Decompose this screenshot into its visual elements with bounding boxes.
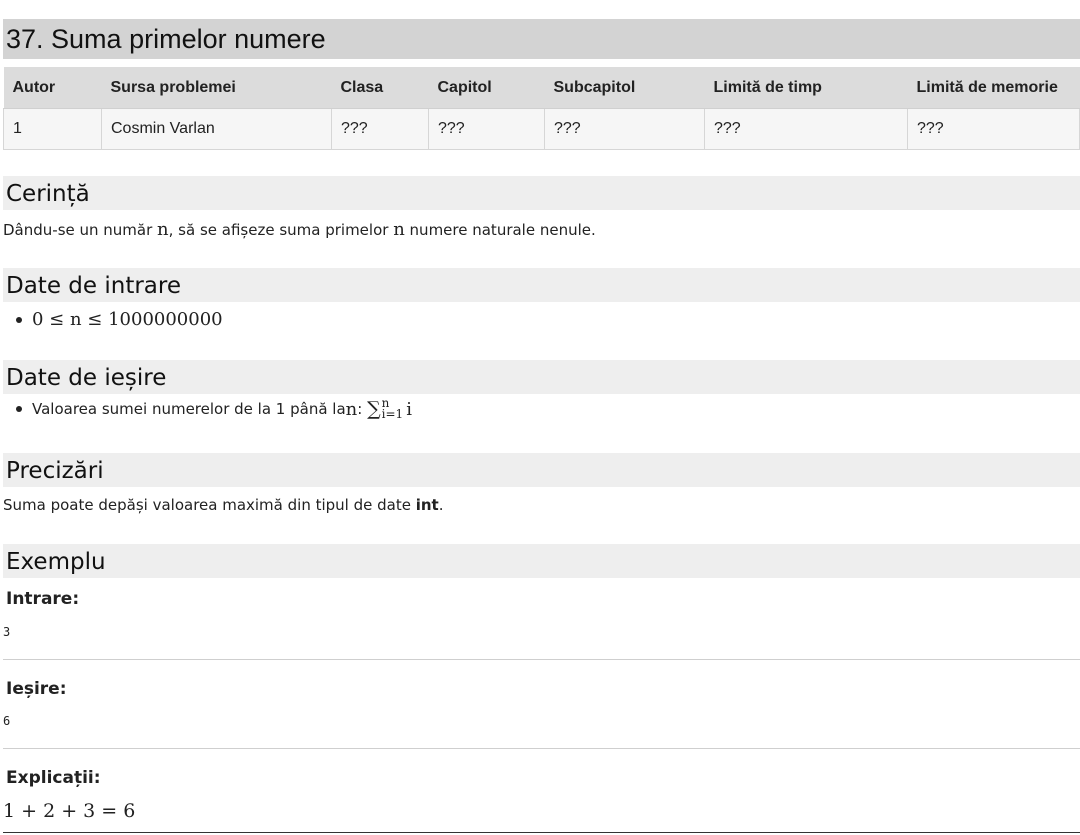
- heading-date-iesire: Date de ieșire: [6, 365, 167, 391]
- bullet-icon: [16, 406, 22, 412]
- example-explanation-value: 1 + 2 + 3 = 6: [3, 800, 136, 822]
- section-heading-exemplu: Exemplu: [3, 544, 1080, 578]
- problem-title-bar: 37. Suma primelor numere: [3, 19, 1080, 59]
- section-heading-date-iesire: Date de ieșire: [3, 360, 1080, 394]
- col-header-limita-memorie: Limită de memorie: [907, 67, 1080, 109]
- col-header-limita-timp: Limită de timp: [704, 67, 908, 109]
- cell-capitol: ???: [428, 108, 545, 150]
- output-var-n: n: [345, 398, 358, 420]
- table-row: 1 Cosmin Varlan ??? ??? ??? ??? ???: [3, 108, 1080, 150]
- divider: [3, 748, 1080, 749]
- heading-date-intrare: Date de intrare: [6, 273, 181, 299]
- cerinta-text: Dându-se un număr n, să se afișeze suma …: [3, 219, 596, 240]
- heading-exemplu: Exemplu: [6, 549, 106, 575]
- cerinta-text-middle: , să se afișeze suma primelor: [168, 221, 394, 239]
- sum-lower: i=1: [381, 407, 404, 421]
- cerinta-var-n: n: [157, 219, 169, 240]
- output-text: Valoarea sumei numerelor de la 1 până la: [32, 400, 346, 418]
- list-item: Valoarea sumei numerelor de la 1 până la…: [16, 397, 412, 421]
- divider: [3, 659, 1080, 660]
- example-output-value: 6: [3, 714, 11, 728]
- cell-sursa: Cosmin Varlan: [101, 108, 332, 150]
- section-heading-cerinta: Cerință: [3, 176, 1080, 210]
- cell-clasa: ???: [331, 108, 429, 150]
- cerinta-text-before: Dându-se un număr: [3, 221, 158, 239]
- cell-autor: 1: [3, 108, 102, 150]
- precizari-text-before: Suma poate depăși valoarea maximă din ti…: [3, 496, 416, 514]
- example-input-label: Intrare:: [6, 589, 80, 609]
- cerinta-text-after: numere naturale nenule.: [404, 221, 596, 239]
- example-output-label: Ieșire:: [6, 679, 67, 699]
- cell-subcapitol: ???: [544, 108, 705, 150]
- input-constraint: 0 ≤ n ≤ 1000000000: [32, 309, 223, 330]
- precizari-text: Suma poate depăși valoarea maximă din ti…: [3, 496, 444, 514]
- example-input-value: 3: [3, 625, 11, 639]
- heading-cerinta: Cerință: [6, 181, 90, 207]
- divider: [3, 832, 1080, 833]
- sum-term: i: [406, 398, 412, 420]
- sum-symbol: ∑: [367, 398, 381, 420]
- section-heading-date-intrare: Date de intrare: [3, 268, 1080, 302]
- precizari-text-after: .: [438, 496, 444, 514]
- heading-precizari: Precizări: [6, 458, 104, 484]
- list-item: 0 ≤ n ≤ 1000000000: [16, 309, 223, 330]
- sum-limits: n i=1: [381, 397, 404, 421]
- col-header-capitol: Capitol: [428, 67, 545, 109]
- col-header-autor: Autor: [3, 67, 102, 109]
- col-header-sursa: Sursa problemei: [101, 67, 332, 109]
- page-title: 37. Suma primelor numere: [6, 24, 326, 54]
- problem-meta-table: Autor Sursa problemei Clasa Capitol Subc…: [3, 67, 1080, 150]
- col-header-clasa: Clasa: [331, 67, 429, 109]
- precizari-bold-int: int: [415, 496, 439, 514]
- section-heading-precizari: Precizări: [3, 453, 1080, 487]
- cell-limita-timp: ???: [704, 108, 908, 150]
- cerinta-var-n2: n: [393, 219, 405, 240]
- col-header-subcapitol: Subcapitol: [544, 67, 705, 109]
- bullet-icon: [16, 316, 22, 323]
- example-explanation-label: Explicații:: [6, 768, 101, 788]
- cell-limita-memorie: ???: [907, 108, 1080, 150]
- table-header-row: Autor Sursa problemei Clasa Capitol Subc…: [3, 67, 1080, 109]
